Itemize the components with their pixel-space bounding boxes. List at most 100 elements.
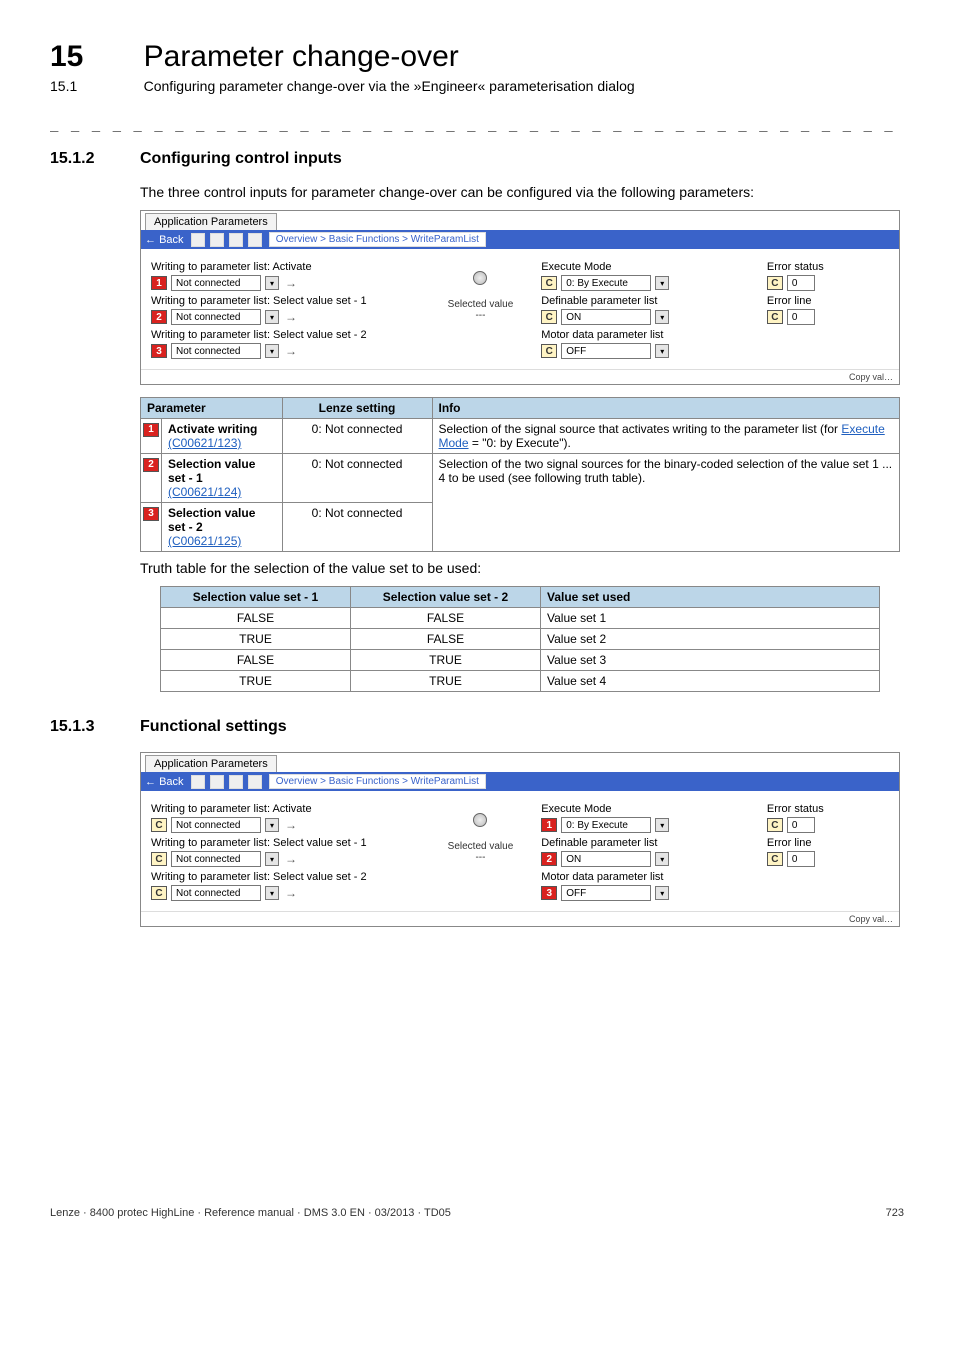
toolbar: ← Back Overview > Basic Functions > Writ… bbox=[141, 772, 899, 791]
label: Writing to parameter list: Activate bbox=[151, 803, 420, 815]
col-sel1: Selection value set - 1 bbox=[161, 587, 351, 608]
arrow-icon: → bbox=[285, 310, 297, 324]
arrow-icon: → bbox=[285, 886, 297, 900]
back-button[interactable]: ← Back bbox=[145, 234, 184, 246]
label: Definable parameter list bbox=[541, 295, 749, 307]
code-link[interactable]: (C00621/124) bbox=[168, 485, 241, 499]
subsection-title: Configuring control inputs bbox=[140, 150, 342, 168]
c-tag[interactable]: C bbox=[767, 276, 783, 290]
param-name: Selection value set - 1 bbox=[168, 457, 255, 485]
chevron-down-icon[interactable]: ▾ bbox=[655, 886, 669, 900]
chevron-down-icon[interactable]: ▾ bbox=[655, 852, 669, 866]
sel2-field[interactable]: Not connected bbox=[171, 343, 261, 359]
arrow-icon: → bbox=[285, 852, 297, 866]
sel2-field[interactable]: Not connected bbox=[171, 885, 261, 901]
label: Error line bbox=[767, 837, 889, 849]
chevron-down-icon[interactable]: ▾ bbox=[265, 852, 279, 866]
toolbar-icons bbox=[190, 233, 263, 247]
arrow-icon: → bbox=[285, 344, 297, 358]
c-tag[interactable]: C bbox=[767, 852, 783, 866]
subsection-number: 15.1.3 bbox=[50, 718, 140, 736]
truth-intro: Truth table for the selection of the val… bbox=[140, 560, 904, 576]
chevron-down-icon[interactable]: ▾ bbox=[265, 344, 279, 358]
label: Error status bbox=[767, 803, 889, 815]
c-tag[interactable]: C bbox=[541, 344, 557, 358]
nav-icon[interactable] bbox=[191, 233, 205, 247]
col-parameter: Parameter bbox=[141, 398, 283, 419]
activate-field[interactable]: Not connected bbox=[171, 817, 261, 833]
nav-icon[interactable] bbox=[191, 775, 205, 789]
nav-icon[interactable] bbox=[229, 233, 243, 247]
label: Writing to parameter list: Activate bbox=[151, 261, 420, 273]
error-status-field[interactable]: 0 bbox=[787, 275, 815, 291]
label: Writing to parameter list: Select value … bbox=[151, 329, 420, 341]
page-header: 15 Parameter change-over 15.1 Configurin… bbox=[50, 40, 904, 94]
table-row: FALSEFALSEValue set 1 bbox=[161, 608, 880, 629]
chevron-down-icon[interactable]: ▾ bbox=[655, 344, 669, 358]
toolbar: ← Back Overview > Basic Functions > Writ… bbox=[141, 230, 899, 249]
marker-3: 3 bbox=[541, 886, 557, 900]
breadcrumb[interactable]: Overview > Basic Functions > WriteParamL… bbox=[269, 232, 486, 247]
definable-list-field[interactable]: ON bbox=[561, 309, 651, 325]
chevron-down-icon[interactable]: ▾ bbox=[655, 310, 669, 324]
marker-3: 3 bbox=[151, 344, 167, 358]
chevron-down-icon[interactable]: ▾ bbox=[655, 276, 669, 290]
error-status-field[interactable]: 0 bbox=[787, 817, 815, 833]
footer-left: Lenze · 8400 protec HighLine · Reference… bbox=[50, 1207, 451, 1219]
chevron-down-icon[interactable]: ▾ bbox=[265, 886, 279, 900]
chevron-down-icon[interactable]: ▾ bbox=[655, 818, 669, 832]
page-number: 723 bbox=[886, 1207, 904, 1219]
tab-application-parameters[interactable]: Application Parameters bbox=[145, 755, 277, 772]
sel1-field[interactable]: Not connected bbox=[171, 851, 261, 867]
execute-mode-field[interactable]: 0: By Execute bbox=[561, 817, 651, 833]
execute-mode-field[interactable]: 0: By Execute bbox=[561, 275, 651, 291]
c-tag[interactable]: C bbox=[151, 818, 167, 832]
code-link[interactable]: (C00621/125) bbox=[168, 534, 241, 548]
arrow-icon: → bbox=[285, 818, 297, 832]
c-tag[interactable]: C bbox=[541, 310, 557, 324]
definable-list-field[interactable]: ON bbox=[561, 851, 651, 867]
marker-2: 2 bbox=[541, 852, 557, 866]
error-line-field[interactable]: 0 bbox=[787, 309, 815, 325]
c-tag[interactable]: C bbox=[151, 852, 167, 866]
subsection-number: 15.1.2 bbox=[50, 150, 140, 168]
col-lenze: Lenze setting bbox=[282, 398, 432, 419]
chevron-down-icon[interactable]: ▾ bbox=[265, 310, 279, 324]
chevron-down-icon[interactable]: ▾ bbox=[265, 276, 279, 290]
breadcrumb[interactable]: Overview > Basic Functions > WriteParamL… bbox=[269, 774, 486, 789]
label: Definable parameter list bbox=[541, 837, 749, 849]
subsection-heading: 15.1.2 Configuring control inputs bbox=[50, 150, 904, 168]
label: --- bbox=[438, 852, 524, 863]
c-tag[interactable]: C bbox=[151, 886, 167, 900]
nav-icon[interactable] bbox=[229, 775, 243, 789]
truth-table: Selection value set - 1 Selection value … bbox=[160, 586, 880, 692]
label: Writing to parameter list: Select value … bbox=[151, 837, 420, 849]
motor-list-field[interactable]: OFF bbox=[561, 885, 651, 901]
c-tag[interactable]: C bbox=[541, 276, 557, 290]
code-link[interactable]: (C00621/123) bbox=[168, 436, 241, 450]
activate-field[interactable]: Not connected bbox=[171, 275, 261, 291]
tab-application-parameters[interactable]: Application Parameters bbox=[145, 213, 277, 230]
c-tag[interactable]: C bbox=[767, 818, 783, 832]
chevron-down-icon[interactable]: ▾ bbox=[265, 818, 279, 832]
label: Motor data parameter list bbox=[541, 871, 749, 883]
chapter-number: 15 bbox=[50, 40, 140, 74]
copy-values[interactable]: Copy val… bbox=[141, 914, 899, 926]
info-cell: Selection of the two signal sources for … bbox=[432, 454, 899, 552]
copy-values[interactable]: Copy val… bbox=[141, 372, 899, 384]
table-row: FALSETRUEValue set 3 bbox=[161, 650, 880, 671]
nav-icon[interactable] bbox=[210, 775, 224, 789]
nav-icon[interactable] bbox=[248, 775, 262, 789]
c-tag[interactable]: C bbox=[767, 310, 783, 324]
label: Error status bbox=[767, 261, 889, 273]
back-button[interactable]: ← Back bbox=[145, 776, 184, 788]
arrow-icon: → bbox=[285, 276, 297, 290]
nav-icon[interactable] bbox=[210, 233, 224, 247]
motor-list-field[interactable]: OFF bbox=[561, 343, 651, 359]
error-line-field[interactable]: 0 bbox=[787, 851, 815, 867]
sel1-field[interactable]: Not connected bbox=[171, 309, 261, 325]
intro-text: The three control inputs for parameter c… bbox=[140, 184, 904, 200]
nav-icon[interactable] bbox=[248, 233, 262, 247]
table-row: 1 Activate writing(C00621/123) 0: Not co… bbox=[141, 419, 900, 454]
col-info: Info bbox=[432, 398, 899, 419]
